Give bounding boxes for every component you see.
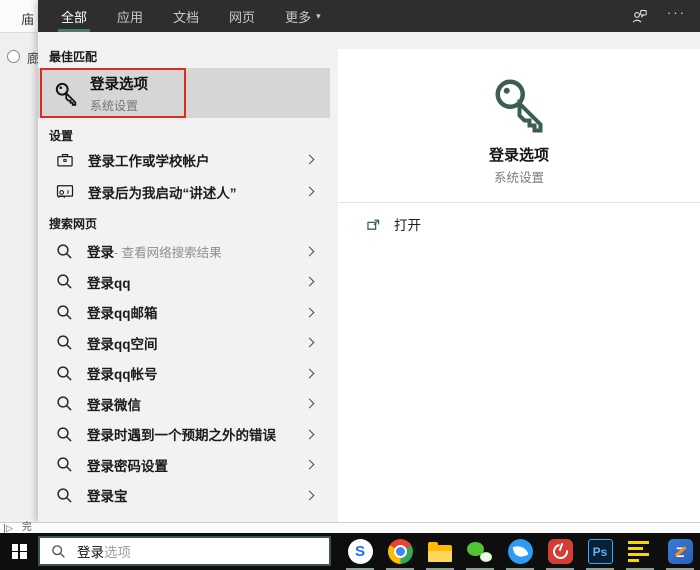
windows-search-screen: 庙 廊 全部 应用 文档 网页 更多 ▾ ··· 最佳匹配	[0, 0, 700, 570]
chrome-icon	[388, 539, 413, 564]
tab-all[interactable]: 全部	[58, 0, 90, 32]
chevron-right-icon[interactable]	[305, 338, 315, 348]
taskbar-app-yellow-lines[interactable]	[620, 533, 660, 570]
chevron-right-icon[interactable]	[305, 277, 315, 287]
photoshop-icon: Ps	[588, 539, 613, 564]
search-icon	[56, 365, 73, 382]
taskbar-app-netease-music[interactable]	[540, 533, 580, 570]
web-suggestion-row[interactable]: 登录qq	[38, 267, 330, 298]
best-match-title: 登录选项	[90, 73, 148, 94]
background-window-titlebar: 庙	[0, 0, 38, 33]
taskbar-search-input[interactable]: 登录 选项	[38, 536, 331, 566]
settings-result-row[interactable]: 登录工作或学校帐户	[38, 144, 330, 175]
open-action[interactable]: 打开	[338, 209, 700, 239]
web-suggestion-row[interactable]: 登录时遇到一个预期之外的错误	[38, 419, 330, 450]
open-external-icon	[365, 216, 382, 233]
web-suggestion-row[interactable]: 登录qq帐号	[38, 358, 330, 389]
status-text: 完	[22, 523, 32, 533]
feedback-person-icon[interactable]	[630, 7, 649, 26]
search-icon	[56, 426, 73, 443]
search-icon	[56, 304, 73, 321]
web-suggestion-row[interactable]: 登录宝	[38, 480, 330, 511]
search-icon	[56, 243, 73, 260]
best-match-item[interactable]: 登录选项 系统设置	[38, 68, 330, 118]
web-suggestion-row[interactable]: 登录qq空间	[38, 328, 330, 359]
tab-documents[interactable]: 文档	[170, 0, 202, 32]
background-radio-button[interactable]	[7, 50, 20, 63]
chevron-right-icon[interactable]	[305, 307, 315, 317]
search-typed-text: 登录	[77, 541, 104, 561]
web-suggestion-row[interactable]: 登录微信	[38, 389, 330, 420]
taskbar-app-z[interactable]: Z	[660, 533, 700, 570]
background-partial-text: 庙	[21, 9, 34, 28]
chevron-right-icon[interactable]	[305, 246, 315, 256]
best-match-subtitle: 系统设置	[90, 97, 148, 114]
tab-more[interactable]: 更多 ▾	[282, 0, 324, 32]
chevron-right-icon[interactable]	[305, 490, 315, 500]
web-suggestion-row[interactable]: 登录 - 查看网络搜索结果	[38, 236, 330, 267]
background-status-strip: ▷ 完	[0, 522, 700, 533]
z-app-icon: Z	[668, 539, 693, 564]
dingtalk-icon	[508, 539, 533, 564]
search-flyout: 全部 应用 文档 网页 更多 ▾ ··· 最佳匹配 登录选项 系统设置	[38, 0, 700, 522]
netease-music-icon	[548, 539, 573, 564]
divider	[338, 202, 700, 203]
play-icon: ▷	[4, 524, 13, 533]
search-icon	[56, 334, 73, 351]
narrator-icon	[55, 182, 75, 202]
web-suggestions: 登录 - 查看网络搜索结果 登录qq 登录qq邮箱 登录qq空间 登录qq帐号 …	[38, 236, 330, 511]
taskbar-apps: S Ps Z	[340, 533, 700, 570]
chevron-right-icon[interactable]	[305, 460, 315, 470]
search-icon	[56, 273, 73, 290]
ellipsis-menu-icon[interactable]: ···	[667, 8, 686, 24]
taskbar-app-sogou-browser[interactable]: S	[340, 533, 380, 570]
windows-logo-icon	[12, 544, 27, 559]
web-suggestion-row[interactable]: 登录密码设置	[38, 450, 330, 481]
settings-result-row[interactable]: 登录后为我启动“讲述人”	[38, 176, 330, 207]
search-results-list: 最佳匹配 登录选项 系统设置 设置 登录工作或学校帐户 登录后为我启动“讲述人”	[38, 32, 330, 522]
chevron-down-icon: ▾	[316, 11, 321, 22]
web-suggestion-row[interactable]: 登录qq邮箱	[38, 297, 330, 328]
preview-title: 登录选项	[338, 144, 700, 165]
key-icon	[489, 73, 549, 133]
taskbar-app-chrome[interactable]	[380, 533, 420, 570]
taskbar-app-wechat[interactable]	[460, 533, 500, 570]
yellow-lines-icon	[628, 539, 653, 564]
taskbar-app-dingtalk[interactable]	[500, 533, 540, 570]
chevron-right-icon[interactable]	[305, 368, 315, 378]
search-icon	[56, 456, 73, 473]
search-icon	[51, 544, 66, 559]
briefcase-icon	[55, 150, 75, 170]
start-button[interactable]	[0, 533, 38, 570]
folder-icon	[428, 545, 452, 562]
chevron-right-icon[interactable]	[305, 155, 315, 165]
taskbar-app-photoshop[interactable]: Ps	[580, 533, 620, 570]
search-icon	[56, 487, 73, 504]
taskbar: 登录 选项 S Ps Z	[0, 533, 700, 570]
taskbar-app-file-explorer[interactable]	[420, 533, 460, 570]
search-icon	[56, 395, 73, 412]
section-search-web: 搜索网页	[49, 215, 97, 232]
preview-subtitle: 系统设置	[338, 167, 700, 186]
chevron-right-icon[interactable]	[305, 399, 315, 409]
search-tabs-header: 全部 应用 文档 网页 更多 ▾ ···	[38, 0, 700, 32]
tab-apps[interactable]: 应用	[114, 0, 146, 32]
search-suggestion-text: 选项	[104, 541, 131, 561]
chevron-right-icon[interactable]	[305, 187, 315, 197]
chevron-right-icon[interactable]	[305, 429, 315, 439]
key-icon	[53, 80, 79, 106]
preview-pane: 登录选项 系统设置 打开	[338, 49, 700, 522]
tab-web[interactable]: 网页	[226, 0, 258, 32]
background-window: 庙 廊	[0, 0, 38, 522]
sogou-icon: S	[348, 539, 373, 564]
wechat-icon	[467, 539, 493, 565]
section-settings: 设置	[49, 127, 73, 144]
section-best-match: 最佳匹配	[49, 48, 97, 65]
